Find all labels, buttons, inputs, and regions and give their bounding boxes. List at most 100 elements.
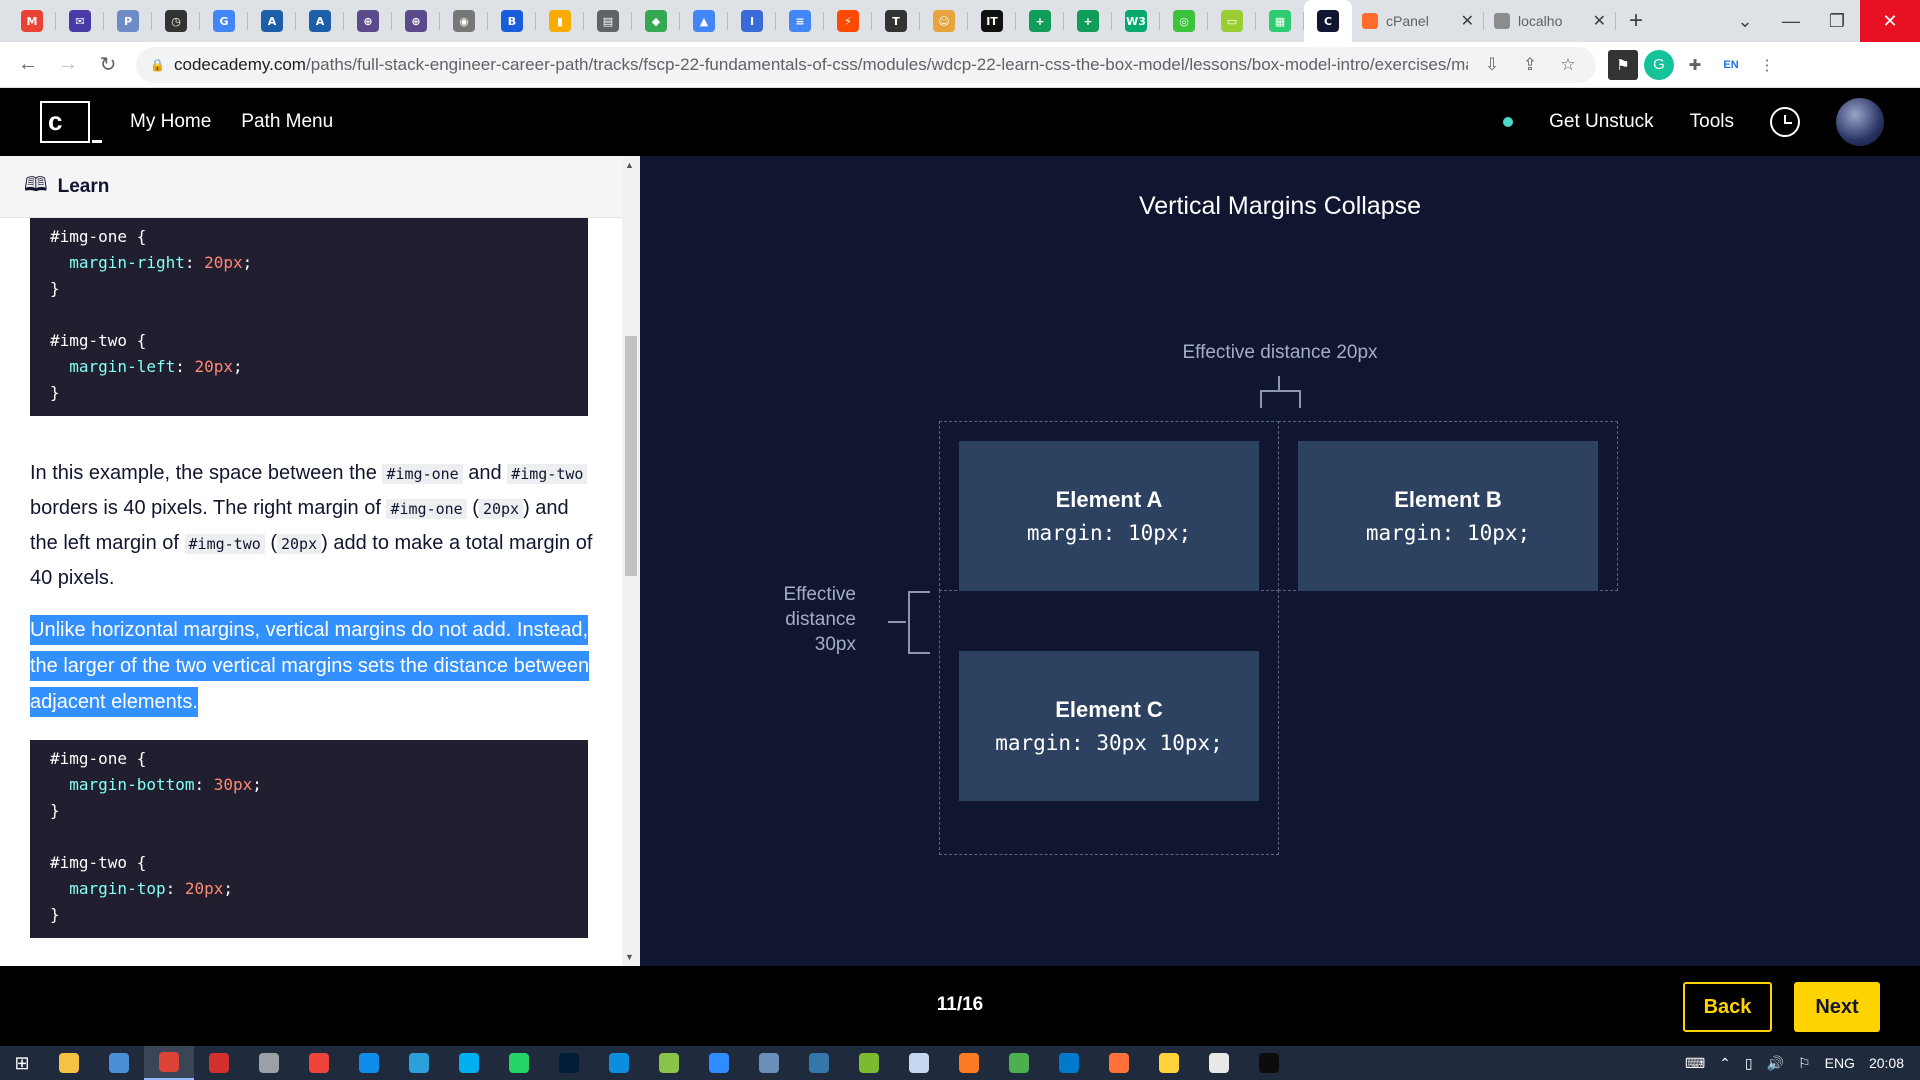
taskbar-app[interactable] bbox=[594, 1046, 644, 1080]
pinned-tab[interactable]: ▮ bbox=[536, 0, 584, 42]
grammarly-icon[interactable]: G bbox=[1644, 49, 1674, 80]
pinned-tab[interactable]: T bbox=[872, 0, 920, 42]
codecademy-icon: C bbox=[1317, 10, 1339, 32]
taskbar-app[interactable] bbox=[194, 1046, 244, 1080]
tools-button[interactable]: Tools bbox=[1690, 111, 1734, 133]
close-icon[interactable]: ✕ bbox=[1593, 11, 1606, 31]
taskbar-app[interactable] bbox=[144, 1046, 194, 1080]
nav-path-menu[interactable]: Path Menu bbox=[241, 111, 333, 133]
taskbar-app[interactable] bbox=[794, 1046, 844, 1080]
extension-icon[interactable]: ⚑ bbox=[1608, 49, 1638, 80]
taskbar-app[interactable] bbox=[44, 1046, 94, 1080]
back-button[interactable]: Back bbox=[1683, 982, 1772, 1032]
taskbar-app[interactable] bbox=[894, 1046, 944, 1080]
puzzle-extensions-icon[interactable]: ✚ bbox=[1680, 50, 1710, 80]
pinned-tab[interactable]: ▤ bbox=[584, 0, 632, 42]
windows-start-icon[interactable]: ⊞ bbox=[0, 1046, 44, 1080]
tray-chevron-icon[interactable]: ⌃ bbox=[1719, 1055, 1731, 1072]
pinned-tab[interactable]: ✉ bbox=[56, 0, 104, 42]
minimize-icon[interactable]: — bbox=[1768, 0, 1814, 42]
selected-text[interactable]: Unlike horizontal margins, vertical marg… bbox=[30, 615, 590, 717]
language-extension-icon[interactable]: EN bbox=[1716, 50, 1746, 80]
get-unstuck-button[interactable]: Get Unstuck bbox=[1549, 111, 1654, 133]
pinned-tab[interactable]: M bbox=[8, 0, 56, 42]
bracket-line bbox=[888, 621, 906, 623]
codecademy-logo[interactable]: c bbox=[40, 101, 102, 143]
tab-search-icon[interactable]: ⌄ bbox=[1722, 0, 1768, 42]
restore-icon[interactable]: ❐ bbox=[1814, 0, 1860, 42]
pinned-tab[interactable]: ◷ bbox=[152, 0, 200, 42]
pinned-tab[interactable]: ▭ bbox=[1208, 0, 1256, 42]
window-close-icon[interactable]: ✕ bbox=[1860, 0, 1920, 42]
pinned-tab[interactable]: ◎ bbox=[1160, 0, 1208, 42]
pinned-tab[interactable]: ⊕ bbox=[392, 0, 440, 42]
reload-icon[interactable]: ↻ bbox=[88, 45, 128, 85]
scroll-up-icon[interactable]: ▲ bbox=[625, 160, 634, 170]
pinned-tab[interactable]: IT bbox=[968, 0, 1016, 42]
pinned-tab[interactable]: ▦ bbox=[1256, 0, 1304, 42]
share-icon[interactable]: ⇪ bbox=[1516, 55, 1544, 75]
scrollbar-thumb[interactable] bbox=[625, 336, 637, 576]
pinned-tab[interactable]: ◉ bbox=[440, 0, 488, 42]
new-tab-button[interactable]: + bbox=[1616, 0, 1656, 42]
url-field[interactable]: 🔒 codecademy.com/paths/full-stack-engine… bbox=[136, 46, 1596, 83]
keyboard-icon[interactable]: ⌨ bbox=[1685, 1055, 1705, 1072]
taskbar-app[interactable] bbox=[294, 1046, 344, 1080]
tab-localhost[interactable]: localho ✕ bbox=[1484, 0, 1616, 42]
taskbar-app[interactable] bbox=[844, 1046, 894, 1080]
pinned-tab[interactable]: ≡ bbox=[776, 0, 824, 42]
battery-icon[interactable]: ▯ bbox=[1745, 1055, 1753, 1072]
next-button[interactable]: Next bbox=[1794, 982, 1880, 1032]
avatar[interactable] bbox=[1836, 98, 1884, 146]
network-icon[interactable]: ⚐ bbox=[1798, 1055, 1811, 1072]
taskbar-app[interactable] bbox=[544, 1046, 594, 1080]
taskbar-app[interactable] bbox=[1194, 1046, 1244, 1080]
nav-my-home[interactable]: My Home bbox=[130, 111, 211, 133]
pinned-tab[interactable]: ⊕ bbox=[344, 0, 392, 42]
taskbar-app[interactable] bbox=[344, 1046, 394, 1080]
close-icon[interactable]: ✕ bbox=[1461, 11, 1474, 31]
pinned-tab[interactable]: ▲ bbox=[680, 0, 728, 42]
taskbar-app[interactable] bbox=[1044, 1046, 1094, 1080]
pinned-tab[interactable]: ◆ bbox=[632, 0, 680, 42]
taskbar-app[interactable] bbox=[1144, 1046, 1194, 1080]
taskbar-app[interactable] bbox=[944, 1046, 994, 1080]
tab-cpanel[interactable]: cPanel ✕ bbox=[1352, 0, 1484, 42]
taskbar-app[interactable] bbox=[644, 1046, 694, 1080]
taskbar-app[interactable] bbox=[694, 1046, 744, 1080]
pinned-tab[interactable]: ☺ bbox=[920, 0, 968, 42]
back-arrow-icon[interactable]: ← bbox=[8, 45, 48, 85]
alarm-clock-icon[interactable] bbox=[1770, 107, 1800, 137]
learn-scrollbar[interactable]: ▲ ▼ bbox=[622, 156, 640, 966]
taskbar-app[interactable] bbox=[244, 1046, 294, 1080]
taskbar-app[interactable] bbox=[94, 1046, 144, 1080]
pinned-tab[interactable]: A bbox=[296, 0, 344, 42]
more-menu-icon[interactable]: ⋮ bbox=[1752, 50, 1782, 80]
slides-icon: ▭ bbox=[1221, 10, 1243, 32]
taskbar-app[interactable] bbox=[994, 1046, 1044, 1080]
bookmark-star-icon[interactable]: ☆ bbox=[1554, 55, 1582, 75]
pinned-tab[interactable]: ⚡ bbox=[824, 0, 872, 42]
language-indicator[interactable]: ENG bbox=[1825, 1055, 1855, 1071]
taskbar-app[interactable] bbox=[394, 1046, 444, 1080]
taskbar-app[interactable] bbox=[494, 1046, 544, 1080]
clock[interactable]: 20:08 bbox=[1869, 1055, 1904, 1071]
scroll-down-icon[interactable]: ▼ bbox=[625, 952, 634, 962]
taskbar-app[interactable] bbox=[1094, 1046, 1144, 1080]
volume-icon[interactable]: 🔊 bbox=[1767, 1055, 1784, 1072]
forward-arrow-icon[interactable]: → bbox=[48, 45, 88, 85]
pinned-tab[interactable]: + bbox=[1064, 0, 1112, 42]
pinned-tab[interactable]: A bbox=[248, 0, 296, 42]
pinned-tab[interactable]: + bbox=[1016, 0, 1064, 42]
pinned-tab[interactable]: I bbox=[728, 0, 776, 42]
install-icon[interactable]: ⇩ bbox=[1478, 55, 1506, 75]
taskbar-app[interactable] bbox=[1244, 1046, 1294, 1080]
pinned-tab[interactable]: B bbox=[488, 0, 536, 42]
pinned-tab[interactable]: P bbox=[104, 0, 152, 42]
taskbar-app[interactable] bbox=[444, 1046, 494, 1080]
pinned-tab[interactable]: W3 bbox=[1112, 0, 1160, 42]
taskbar-app[interactable] bbox=[744, 1046, 794, 1080]
url-text[interactable]: codecademy.com/paths/full-stack-engineer… bbox=[174, 55, 1468, 75]
pinned-tab[interactable]: G bbox=[200, 0, 248, 42]
pinned-tab[interactable]: C bbox=[1304, 0, 1352, 42]
